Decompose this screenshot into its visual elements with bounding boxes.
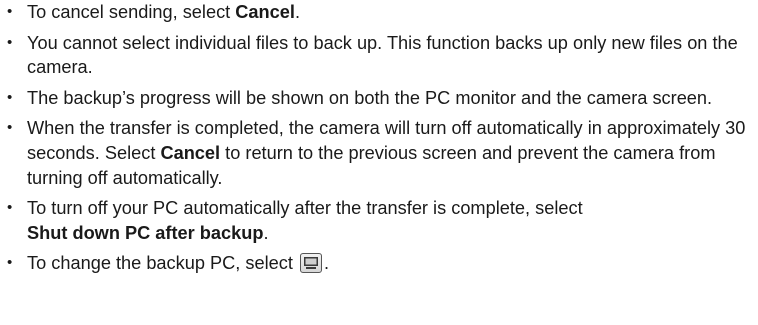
shut-down-pc-label: Shut down PC after backup — [27, 222, 264, 243]
note-text: . — [323, 253, 330, 274]
note-change-backup-pc: To change the backup PC, select . — [7, 251, 752, 276]
pc-monitor-icon — [299, 253, 322, 274]
note-shut-down-pc: To turn off your PC automatically after … — [7, 196, 752, 245]
note-auto-power-off: When the transfer is completed, the came… — [7, 116, 752, 190]
cancel-label: Cancel — [235, 2, 295, 22]
note-text: You cannot select individual files to ba… — [27, 32, 738, 78]
note-individual-files: You cannot select individual files to ba… — [7, 31, 752, 80]
note-text: To cancel sending, select — [27, 2, 236, 22]
note-cancel-sending: To cancel sending, select Cancel. — [7, 0, 752, 25]
note-text: To turn off your PC automatically after … — [27, 198, 583, 219]
note-text: . — [294, 2, 300, 22]
cancel-label: Cancel — [160, 142, 221, 163]
notes-list: To cancel sending, select Cancel. You ca… — [0, 0, 752, 276]
note-text: The backup’s progress will be shown on b… — [27, 87, 713, 108]
note-text: To change the backup PC, select — [27, 253, 298, 274]
note-backup-progress: The backup’s progress will be shown on b… — [7, 86, 752, 111]
note-text: . — [263, 222, 269, 243]
